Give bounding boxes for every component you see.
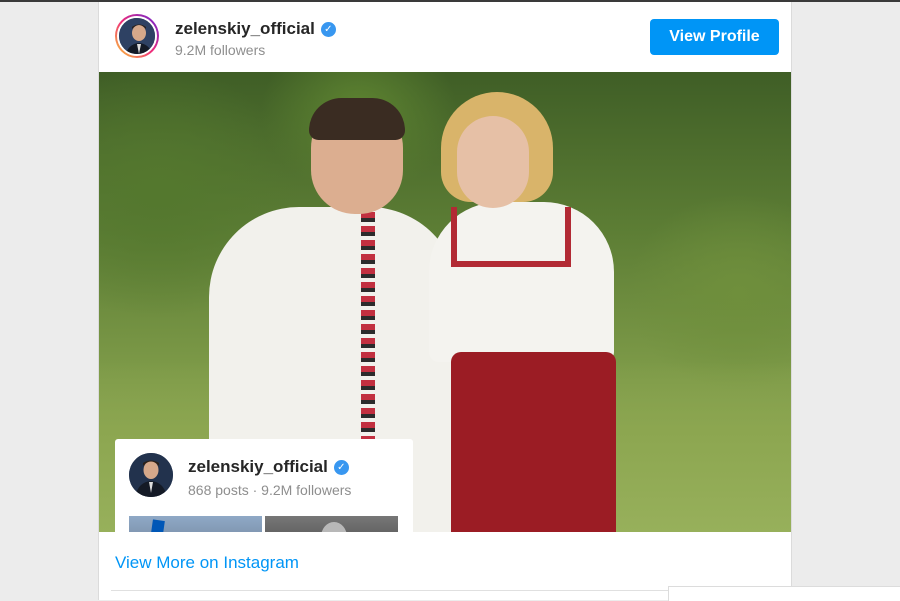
preview-thumbnail[interactable] [129, 516, 262, 532]
profile-preview-card[interactable]: zelenskiy_official ✓ 868 posts · 9.2M fol… [115, 439, 413, 532]
ukraine-flag-image [145, 519, 165, 532]
preview-username-text[interactable]: zelenskiy_official [188, 457, 328, 476]
verified-badge-icon: ✓ [333, 460, 349, 475]
profile-username[interactable]: zelenskiy_official ✓ [175, 19, 336, 39]
avatar-image [117, 16, 157, 56]
adjacent-card-edge [668, 586, 900, 601]
profile-username-text[interactable]: zelenskiy_official [175, 19, 315, 38]
post-photo[interactable]: zelenskiy_official ✓ 868 posts · 9.2M fol… [99, 72, 791, 532]
woman-head [457, 116, 529, 208]
man-embroidery [361, 212, 375, 442]
instagram-embed-card: zelenskiy_official ✓ 9.2M followers View … [98, 2, 792, 600]
preview-thumbnail[interactable] [265, 516, 398, 532]
preview-username[interactable]: zelenskiy_official ✓ [188, 457, 349, 477]
verified-badge-icon: ✓ [320, 22, 336, 37]
profile-follower-count: 9.2M followers [175, 42, 266, 58]
woman-skirt [451, 352, 616, 532]
view-profile-button[interactable]: View Profile [650, 19, 779, 55]
embed-header: zelenskiy_official ✓ 9.2M followers View … [99, 2, 791, 72]
preview-avatar[interactable] [129, 453, 173, 497]
portrait-head [321, 522, 347, 532]
preview-stats: 868 posts · 9.2M followers [188, 482, 352, 498]
view-more-link[interactable]: View More on Instagram [115, 553, 299, 573]
profile-avatar[interactable] [115, 14, 159, 58]
man-hair [309, 98, 405, 140]
woman-embroidery [451, 207, 571, 267]
